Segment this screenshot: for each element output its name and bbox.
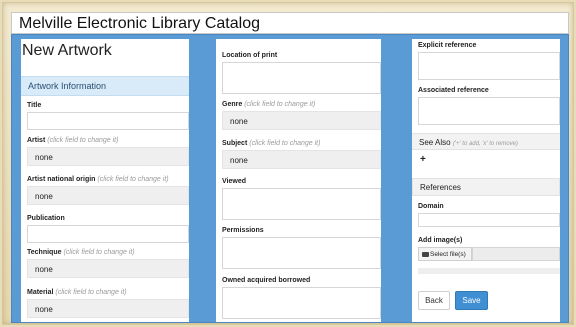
- back-button[interactable]: Back: [418, 291, 450, 310]
- save-button[interactable]: Save: [455, 291, 488, 310]
- genre-value: none: [230, 117, 248, 126]
- window-frame: Melville Electronic Library Catalog New …: [2, 2, 574, 325]
- viewed-label: Viewed: [222, 178, 246, 185]
- form-stage: New Artwork Artwork Information Title Ar…: [11, 34, 569, 323]
- references-label: References: [420, 183, 461, 192]
- select-files-label: Select file(s): [430, 251, 466, 258]
- genre-label: Genre (click field to change it): [222, 101, 316, 108]
- subject-field[interactable]: none: [222, 150, 381, 169]
- material-value: none: [35, 305, 53, 314]
- see-also-header: See Also ('+' to add, 'x' to remove): [412, 133, 560, 150]
- page-title: New Artwork: [22, 42, 112, 59]
- publication-label: Publication: [27, 215, 65, 222]
- owned-acquired-borrowed-label: Owned acquired borrowed: [222, 277, 311, 284]
- technique-value: none: [35, 265, 53, 274]
- genre-field[interactable]: none: [222, 111, 381, 130]
- associated-reference-input[interactable]: [418, 97, 560, 125]
- subject-label: Subject (click field to change it): [222, 140, 321, 147]
- domain-label: Domain: [418, 203, 444, 210]
- location-of-print-label: Location of print: [222, 52, 278, 59]
- technique-field[interactable]: none: [27, 259, 189, 278]
- owned-acquired-borrowed-input[interactable]: [222, 287, 381, 319]
- artist-national-origin-label: Artist national origin (click field to c…: [27, 176, 169, 183]
- file-name-display: [472, 247, 560, 261]
- artist-label: Artist (click field to change it): [27, 137, 119, 144]
- references-header: References: [412, 178, 560, 196]
- explicit-reference-input[interactable]: [418, 52, 560, 80]
- see-also-hint: ('+' to add, 'x' to remove): [452, 141, 518, 147]
- app-title: Melville Electronic Library Catalog: [19, 15, 260, 32]
- artist-field[interactable]: none: [27, 147, 189, 166]
- artist-national-origin-value: none: [35, 192, 53, 201]
- artist-national-origin-field[interactable]: none: [27, 186, 189, 205]
- upload-progress-bar: [418, 268, 560, 274]
- material-field[interactable]: none: [27, 299, 189, 318]
- viewed-input[interactable]: [222, 188, 381, 220]
- artist-value: none: [35, 153, 53, 162]
- publication-input[interactable]: [27, 225, 189, 243]
- add-images-label: Add image(s): [418, 237, 463, 244]
- plus-icon[interactable]: +: [420, 154, 426, 165]
- subject-value: none: [230, 156, 248, 165]
- select-files-button[interactable]: Select file(s): [418, 247, 472, 261]
- see-also-label: See Also: [419, 138, 451, 147]
- domain-input[interactable]: [418, 213, 560, 227]
- technique-label: Technique (click field to change it): [27, 249, 135, 256]
- location-of-print-input[interactable]: [222, 62, 381, 94]
- form-column-references: Explicit reference Associated reference …: [412, 39, 560, 322]
- app-title-bar: Melville Electronic Library Catalog: [11, 12, 569, 34]
- material-label: Material (click field to change it): [27, 289, 127, 296]
- permissions-label: Permissions: [222, 227, 264, 234]
- title-label: Title: [27, 102, 42, 109]
- folder-icon: [422, 252, 429, 257]
- title-input[interactable]: [27, 112, 189, 130]
- section-title: Artwork Information: [28, 81, 107, 91]
- explicit-reference-label: Explicit reference: [418, 42, 477, 49]
- section-header-artwork-information: Artwork Information: [21, 76, 189, 96]
- permissions-input[interactable]: [222, 237, 381, 269]
- form-column-artwork: New Artwork Artwork Information Title Ar…: [21, 39, 189, 322]
- file-upload-row: Select file(s): [418, 247, 560, 261]
- associated-reference-label: Associated reference: [418, 87, 489, 94]
- form-column-details: Location of print Genre (click field to …: [216, 39, 381, 322]
